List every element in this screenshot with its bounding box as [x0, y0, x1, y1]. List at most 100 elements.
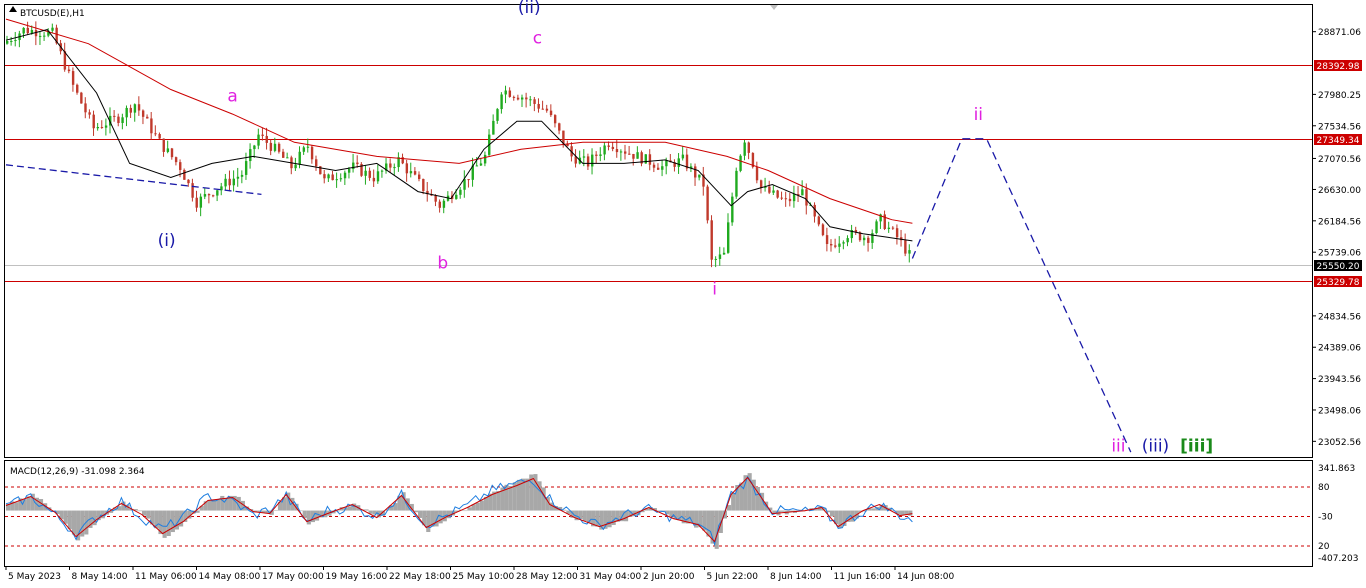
candle-body — [759, 180, 763, 188]
macd-histogram-bar — [706, 510, 711, 537]
candle-body — [665, 160, 668, 167]
wave-label: [iii] — [1180, 436, 1213, 456]
candle-body — [628, 153, 631, 155]
candle-body — [842, 242, 845, 244]
candle-body — [595, 154, 598, 156]
macd-tick-label: 80 — [1318, 483, 1330, 493]
candle-body — [784, 198, 788, 200]
candle-body — [525, 97, 528, 100]
candle-body — [698, 174, 701, 178]
level-label-resistance-1: 28392.98 — [1317, 62, 1360, 72]
candle-body — [529, 99, 532, 101]
time-tick-label: 11 May 06:00 — [135, 572, 197, 582]
candle-body — [846, 238, 849, 243]
candle-body — [51, 27, 54, 31]
candle-body — [212, 195, 215, 197]
level-label-support-1: 25329.78 — [1317, 278, 1360, 288]
macd-histogram-bar — [508, 486, 513, 511]
macd-tick-label: -407.203 — [1318, 554, 1358, 564]
candle-body — [179, 162, 182, 170]
candle-body — [891, 227, 895, 229]
candle-body — [615, 149, 619, 153]
candle-body — [244, 161, 248, 175]
price-chart[interactable]: (ii)caii(i)biiii (iii) [iii] 28392.9827349… — [0, 0, 1366, 588]
macd-histogram-bar — [463, 510, 468, 512]
candle-body — [277, 143, 281, 152]
price-tick-label: 26630.00 — [1318, 186, 1361, 196]
candle-body — [537, 103, 540, 109]
macd-histogram-bar — [467, 507, 472, 511]
candle-body — [438, 201, 441, 208]
candle-body — [30, 29, 34, 34]
macd-histogram-bar — [830, 510, 835, 517]
candle-body — [504, 90, 507, 95]
price-tick-label: 27980.25 — [1318, 91, 1361, 101]
macd-histogram-bar — [14, 502, 19, 511]
candle-body — [43, 35, 46, 37]
macd-tick-label: -30 — [1318, 512, 1333, 522]
candle-body — [636, 152, 639, 159]
macd-histogram-bar — [541, 487, 546, 511]
candle-body — [158, 134, 161, 139]
candle-body — [174, 157, 178, 163]
candle-body — [718, 254, 722, 259]
candle-body — [722, 252, 726, 255]
candle-body — [335, 179, 338, 181]
ma-fast-line — [5, 29, 913, 242]
candle-body — [541, 108, 544, 110]
candle-body — [125, 107, 128, 118]
candle-body — [298, 151, 301, 165]
candle-body — [368, 170, 371, 178]
candle-body — [508, 90, 512, 97]
candle-body — [496, 109, 499, 121]
candle-body — [343, 172, 347, 179]
time-tick-label: 8 Jun 14:00 — [770, 572, 822, 582]
wave-label: i — [712, 279, 717, 299]
candle-body — [553, 115, 557, 124]
macd-histogram-bar — [347, 506, 353, 511]
chart-menu-icon[interactable] — [9, 6, 17, 12]
candle-body — [825, 235, 829, 245]
price-tick-label: 26184.56 — [1318, 217, 1361, 227]
projection-line — [911, 138, 1132, 453]
candle-body — [265, 135, 268, 143]
price-tick-label: 27070.56 — [1318, 155, 1361, 165]
candle-body — [166, 148, 170, 152]
candle-body — [380, 170, 384, 172]
candle-body — [137, 104, 141, 111]
macd-histogram-bar — [67, 510, 72, 530]
candle-body — [356, 162, 359, 165]
wave-label: c — [533, 29, 542, 49]
price-tick-label: 23943.56 — [1318, 375, 1361, 385]
candle-body — [549, 110, 553, 116]
candle-body — [187, 179, 190, 184]
macd-histogram-bar — [418, 510, 423, 518]
candle-body — [96, 127, 100, 129]
candle-body — [236, 176, 240, 179]
candle-body — [908, 250, 911, 254]
time-tick-label: 11 Jun 16:00 — [834, 572, 891, 582]
candle-body — [121, 117, 124, 124]
candle-body — [306, 146, 310, 148]
scroll-marker-icon[interactable] — [770, 5, 778, 10]
candle-body — [475, 165, 479, 167]
candle-body — [710, 220, 713, 260]
candle-body — [282, 151, 285, 158]
time-tick-label: 28 May 12:00 — [516, 572, 578, 582]
candle-body — [195, 197, 198, 208]
time-tick-label: 31 May 04:00 — [580, 572, 642, 582]
candle-body — [648, 154, 652, 165]
candle-body — [71, 71, 75, 85]
candle-body — [199, 196, 203, 208]
price-tick-label: 28871.06 — [1318, 28, 1361, 38]
macd-histogram-bar — [216, 499, 221, 511]
candle-body — [26, 27, 29, 34]
candle-body — [261, 134, 264, 136]
candle-body — [644, 154, 647, 164]
candle-body — [867, 237, 870, 243]
macd-histogram-bar — [496, 491, 501, 511]
candle-body — [413, 171, 417, 175]
candle-body — [10, 40, 13, 42]
wave-label: (ii) — [518, 0, 541, 18]
candle-body — [862, 237, 866, 241]
